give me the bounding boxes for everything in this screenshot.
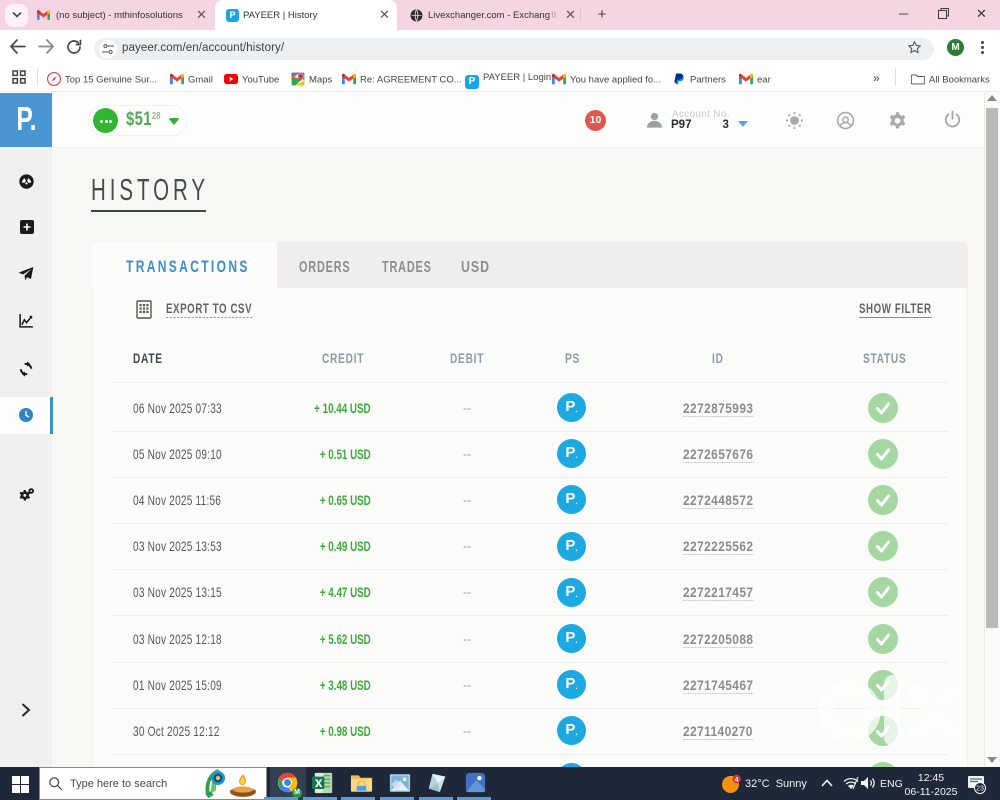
svg-text:23: 23 — [976, 785, 984, 792]
svg-text:4: 4 — [735, 776, 739, 783]
svg-text:INDIA: INDIA — [920, 743, 954, 752]
